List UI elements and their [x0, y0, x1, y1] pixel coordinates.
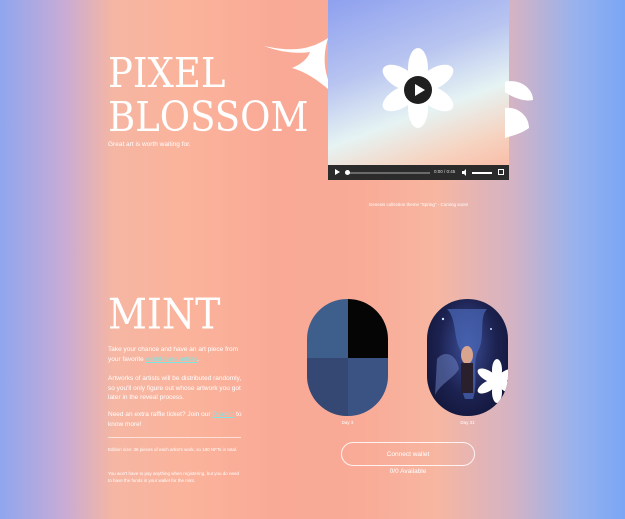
- controls-play-icon[interactable]: [335, 169, 340, 175]
- video-controls: 0:00 / 0:45: [328, 165, 509, 180]
- petal-decoration-icon: [505, 81, 533, 138]
- day3-tile: [347, 357, 388, 416]
- video-caption: Genesis collection theme "Spring" - Comi…: [368, 202, 469, 207]
- day3-tile: [307, 299, 348, 358]
- day31-label: Day 31: [460, 420, 475, 425]
- video-time: 0:00 / 0:45: [434, 169, 456, 174]
- day3-label: Day 3: [341, 420, 354, 425]
- play-icon: [415, 84, 425, 96]
- artists-link[interactable]: world-class artists: [146, 356, 198, 363]
- mint-paragraph-1: Take your chance and have an art piece f…: [108, 345, 248, 364]
- hero-title-line2: BLOSSOM: [108, 93, 309, 142]
- edition-note: Edition size: 36 pieces of each artist's…: [108, 447, 238, 452]
- connect-wallet-button[interactable]: Connect wallet: [341, 442, 475, 466]
- mint-paragraph-2: Artworks of artists will be distributed …: [108, 375, 242, 401]
- payment-note: You won't have to pay anything when regi…: [108, 471, 240, 483]
- day3-tile: [347, 299, 388, 358]
- mint-p1-end: .: [197, 355, 200, 363]
- fullscreen-icon[interactable]: [498, 169, 504, 175]
- availability-count: 0/0 Available: [389, 468, 427, 475]
- mint-p3-text: Need an extra raffle ticket? Join our: [108, 411, 213, 418]
- flower-badge-icon: [477, 359, 508, 403]
- seek-bar[interactable]: [345, 171, 430, 174]
- seek-knob[interactable]: [345, 169, 350, 175]
- volume-slider[interactable]: [472, 171, 492, 174]
- card-day31[interactable]: [427, 299, 508, 416]
- card-day3[interactable]: [307, 299, 388, 416]
- volume-icon[interactable]: [462, 169, 468, 176]
- divider: [108, 437, 241, 438]
- hero-tagline: Great art is worth waiting for.: [108, 141, 191, 148]
- mint-paragraph-3: Need an extra raffle ticket? Join our Di…: [108, 410, 248, 429]
- day3-tile: [307, 357, 348, 416]
- video-player[interactable]: 0:00 / 0:45: [328, 0, 509, 180]
- discord-link[interactable]: Discord: [212, 411, 234, 418]
- play-button[interactable]: [404, 76, 432, 104]
- mint-title: MINT: [108, 289, 221, 339]
